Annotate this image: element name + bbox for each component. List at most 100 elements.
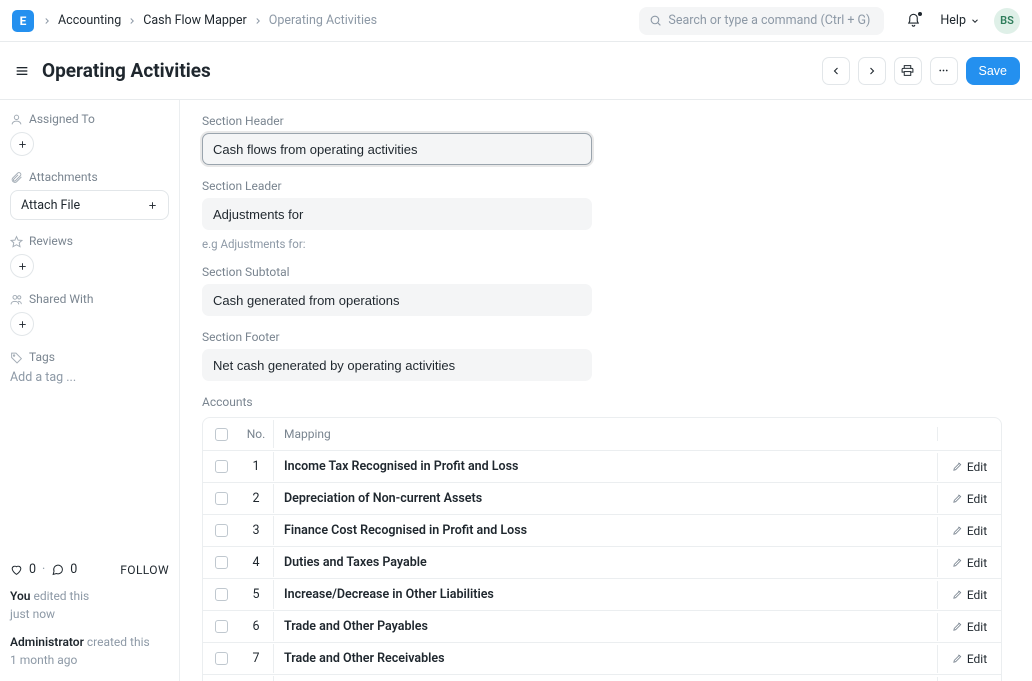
- row-checkbox[interactable]: [215, 652, 228, 665]
- edit-row-button[interactable]: Edit: [937, 613, 1001, 641]
- printer-icon: [901, 64, 914, 77]
- col-edit: [937, 427, 1001, 441]
- row-no: 8: [239, 676, 273, 681]
- tag-icon: [10, 351, 23, 364]
- accounts-label: Accounts: [202, 395, 1010, 409]
- star-icon: [10, 235, 23, 248]
- dots-icon: [937, 64, 950, 77]
- table-row[interactable]: 8Increase/Decrease in InventoryEdit: [203, 674, 1001, 681]
- prev-button[interactable]: [822, 57, 850, 85]
- activity-log-entry: You edited this just now: [10, 587, 169, 623]
- edit-icon: [952, 653, 963, 664]
- like-count[interactable]: 0: [29, 562, 36, 577]
- row-checkbox[interactable]: [215, 460, 228, 473]
- table-header: No. Mapping: [203, 418, 1001, 450]
- section-subtotal-input[interactable]: [202, 284, 592, 316]
- dot-separator: ·: [42, 562, 45, 577]
- row-mapping: Increase/Decrease in Other Liabilities: [273, 580, 937, 609]
- row-checkbox[interactable]: [215, 588, 228, 601]
- shared-with-label: Shared With: [10, 292, 169, 306]
- page-actions: Save: [822, 57, 1021, 85]
- chevron-right-icon: [253, 16, 263, 26]
- section-leader-input[interactable]: [202, 198, 592, 230]
- comment-count[interactable]: 0: [70, 562, 77, 577]
- user-icon: [10, 113, 23, 126]
- edit-row-button[interactable]: Edit: [937, 645, 1001, 673]
- col-no: No.: [239, 420, 273, 448]
- share-button[interactable]: [10, 312, 34, 336]
- chevron-right-icon: [127, 16, 137, 26]
- row-mapping: Trade and Other Receivables: [273, 644, 937, 673]
- chevron-right-icon: [42, 16, 52, 26]
- edit-icon: [952, 461, 963, 472]
- breadcrumb-current: Operating Activities: [269, 13, 377, 28]
- search-placeholder: Search or type a command (Ctrl + G): [668, 13, 870, 28]
- search-input[interactable]: Search or type a command (Ctrl + G): [639, 7, 884, 35]
- attachments-label: Attachments: [10, 170, 169, 184]
- section-header-input[interactable]: [202, 133, 592, 165]
- help-menu[interactable]: Help: [940, 13, 980, 28]
- more-button[interactable]: [930, 57, 958, 85]
- app-logo[interactable]: E: [12, 10, 34, 32]
- row-mapping: Depreciation of Non-current Assets: [273, 484, 937, 513]
- section-leader-label: Section Leader: [202, 179, 592, 193]
- breadcrumb: Accounting Cash Flow Mapper Operating Ac…: [42, 13, 377, 28]
- row-mapping: Duties and Taxes Payable: [273, 548, 937, 577]
- next-button[interactable]: [858, 57, 886, 85]
- attach-file-button[interactable]: Attach File: [10, 190, 169, 220]
- row-no: 5: [239, 580, 273, 609]
- notifications-button[interactable]: [900, 8, 926, 34]
- assigned-to-label: Assigned To: [10, 112, 169, 126]
- table-row[interactable]: 3Finance Cost Recognised in Profit and L…: [203, 514, 1001, 546]
- menu-icon: [14, 63, 30, 79]
- row-no: 2: [239, 484, 273, 513]
- sidebar: Assigned To Attachments Attach File Revi…: [0, 100, 180, 681]
- plus-icon: [17, 261, 28, 272]
- edit-row-button[interactable]: Edit: [937, 517, 1001, 545]
- follow-button[interactable]: FOLLOW: [120, 563, 169, 577]
- paperclip-icon: [10, 171, 23, 184]
- table-row[interactable]: 5Increase/Decrease in Other LiabilitiesE…: [203, 578, 1001, 610]
- section-footer-input[interactable]: [202, 349, 592, 381]
- avatar[interactable]: BS: [994, 8, 1020, 34]
- reviews-label: Reviews: [10, 234, 169, 248]
- edit-row-button[interactable]: Edit: [937, 453, 1001, 481]
- edit-row-button[interactable]: Edit: [937, 677, 1001, 681]
- row-mapping: Finance Cost Recognised in Profit and Lo…: [273, 516, 937, 545]
- help-label: Help: [940, 13, 966, 28]
- notification-dot: [917, 11, 923, 17]
- row-mapping: Income Tax Recognised in Profit and Loss: [273, 452, 937, 481]
- sidebar-toggle[interactable]: [12, 61, 32, 81]
- row-checkbox[interactable]: [215, 556, 228, 569]
- edit-row-button[interactable]: Edit: [937, 549, 1001, 577]
- activity-log-entry: Administrator created this 1 month ago: [10, 633, 169, 669]
- table-row[interactable]: 1Income Tax Recognised in Profit and Los…: [203, 450, 1001, 482]
- attach-file-label: Attach File: [21, 198, 80, 213]
- tag-input[interactable]: Add a tag ...: [10, 370, 169, 385]
- print-button[interactable]: [894, 57, 922, 85]
- plus-icon: [147, 200, 158, 211]
- breadcrumb-link[interactable]: Accounting: [58, 13, 121, 28]
- select-all-checkbox[interactable]: [215, 428, 228, 441]
- tags-label: Tags: [10, 350, 169, 364]
- edit-row-button[interactable]: Edit: [937, 581, 1001, 609]
- table-row[interactable]: 6Trade and Other PayablesEdit: [203, 610, 1001, 642]
- row-mapping: Increase/Decrease in Inventory: [273, 676, 937, 681]
- edit-row-button[interactable]: Edit: [937, 485, 1001, 513]
- row-checkbox[interactable]: [215, 492, 228, 505]
- section-subtotal-label: Section Subtotal: [202, 265, 592, 279]
- edit-icon: [952, 525, 963, 536]
- row-no: 7: [239, 644, 273, 673]
- edit-icon: [952, 589, 963, 600]
- row-no: 4: [239, 548, 273, 577]
- table-row[interactable]: 4Duties and Taxes PayableEdit: [203, 546, 1001, 578]
- table-row[interactable]: 7Trade and Other ReceivablesEdit: [203, 642, 1001, 674]
- save-button[interactable]: Save: [966, 57, 1021, 85]
- row-checkbox[interactable]: [215, 524, 228, 537]
- row-mapping: Trade and Other Payables: [273, 612, 937, 641]
- add-review-button[interactable]: [10, 254, 34, 278]
- breadcrumb-link[interactable]: Cash Flow Mapper: [143, 13, 247, 28]
- table-row[interactable]: 2Depreciation of Non-current AssetsEdit: [203, 482, 1001, 514]
- row-checkbox[interactable]: [215, 620, 228, 633]
- assign-button[interactable]: [10, 132, 34, 156]
